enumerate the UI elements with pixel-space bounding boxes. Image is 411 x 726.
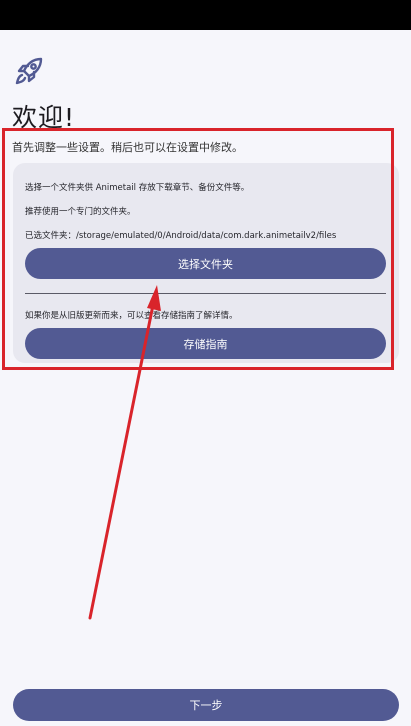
page-title: 欢迎!: [12, 103, 76, 132]
rocket-icon: [15, 57, 43, 85]
divider: [25, 293, 386, 294]
storage-description: 选择一个文件夹供 Animetail 存放下载章节、备份文件等。: [25, 183, 250, 193]
update-hint: 如果你是从旧版更新而来，可以查看存储指南了解详情。: [25, 311, 238, 321]
storage-guide-button[interactable]: 存储指南: [25, 328, 386, 359]
page-subtitle: 首先调整一些设置。稍后也可以在设置中修改。: [12, 141, 243, 154]
status-bar: [0, 0, 411, 30]
select-folder-button[interactable]: 选择文件夹: [25, 248, 386, 279]
next-button[interactable]: 下一步: [13, 689, 399, 721]
selected-folder-path: 已选文件夹：/storage/emulated/0/Android/data/c…: [25, 231, 337, 241]
storage-recommendation: 推荐使用一个专门的文件夹。: [25, 207, 136, 217]
